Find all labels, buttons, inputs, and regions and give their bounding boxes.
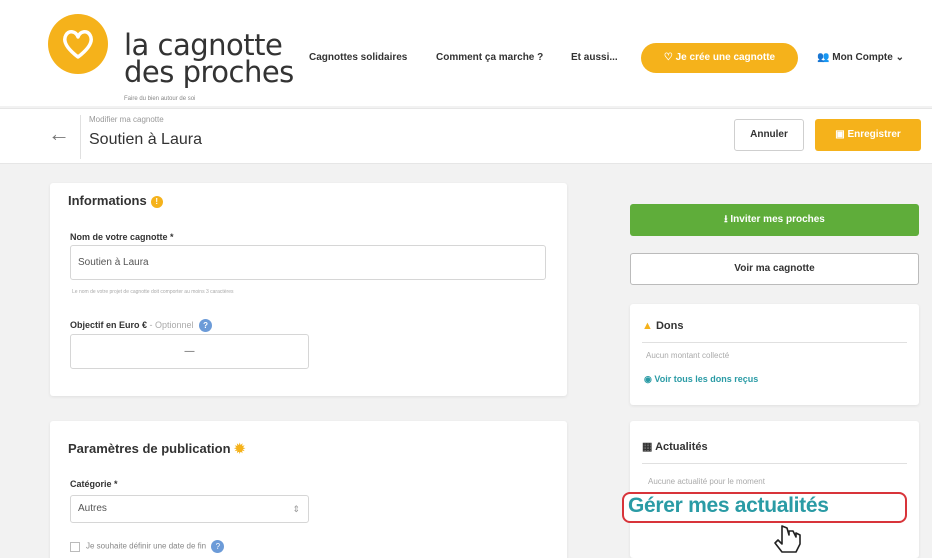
end-date-checkbox[interactable]	[70, 541, 80, 552]
chevron-updown-icon: ⇕	[292, 504, 300, 514]
view-cagnotte-button[interactable]: Voir ma cagnotte	[630, 253, 919, 285]
informations-card: Informations! Nom de votre cagnotte * So…	[50, 183, 567, 396]
name-label: Nom de votre cagnotte *	[70, 232, 174, 242]
news-title: ▦ Actualités	[642, 440, 708, 453]
save-button[interactable]: ▣ Enregistrer	[815, 119, 921, 151]
heart-icon: ♡	[663, 52, 673, 63]
invite-button[interactable]: ⭳ Inviter mes proches	[630, 204, 919, 236]
dons-title: ▲ Dons	[642, 320, 683, 332]
create-cagnotte-label: Je crée une cagnotte	[675, 52, 776, 63]
save-label: Enregistrer	[847, 129, 901, 140]
dons-title-text: Dons	[655, 320, 684, 332]
account-menu[interactable]: 👥 Mon Compte ⌄	[817, 52, 904, 63]
nav-et-aussi[interactable]: Et aussi...	[571, 52, 618, 63]
site-header: la cagnotte des proches Faire du bien au…	[0, 0, 932, 106]
category-select[interactable]: Autres ⇕	[70, 495, 309, 523]
cancel-button[interactable]: Annuler	[734, 119, 804, 151]
name-hint: Le nom de votre projet de cagnotte doit …	[72, 289, 234, 295]
logo-wordmark[interactable]: la cagnotte des proches	[124, 31, 294, 89]
save-icon: ▣	[835, 129, 845, 140]
end-date-row[interactable]: Je souhaite définir une date de fin ?	[70, 540, 225, 553]
nav-comment-ca-marche[interactable]: Comment ça marche ?	[436, 52, 543, 63]
share-icon: ⭳	[724, 214, 728, 225]
back-arrow-icon[interactable]: ←	[48, 121, 70, 147]
help-icon[interactable]: ?	[199, 319, 213, 332]
view-dons-label: Voir tous les dons reçus	[654, 374, 759, 384]
eye-icon: ◉	[644, 374, 652, 384]
account-icon: 👥	[817, 52, 830, 63]
gear-icon[interactable]: ✹	[234, 441, 245, 456]
dons-card: ▲ Dons Aucun montant collecté ◉ Voir tou…	[630, 304, 919, 405]
informations-title: Informations!	[68, 193, 163, 208]
category-value: Autres	[78, 503, 107, 514]
category-label: Catégorie *	[70, 479, 118, 489]
edit-breadcrumb: Modifier ma cagnotte	[89, 115, 164, 124]
goal-optional: - Optionnel	[149, 319, 194, 330]
goal-input[interactable]: —	[70, 334, 309, 369]
help-icon[interactable]: ?	[211, 540, 225, 553]
pointer-cursor-icon	[774, 525, 801, 553]
dons-empty: Aucun montant collecté	[646, 351, 730, 360]
chevron-down-icon: ⌄	[895, 52, 904, 63]
end-date-label: Je souhaite définir une date de fin	[86, 541, 207, 551]
view-dons-link[interactable]: ◉ Voir tous les dons reçus	[644, 374, 758, 385]
goal-label: Objectif en Euro € - Optionnel ?	[70, 319, 213, 332]
divider	[80, 115, 81, 159]
account-label: Mon Compte	[832, 52, 893, 63]
publication-title-text: Paramètres de publication	[68, 441, 231, 456]
informations-title-text: Informations	[68, 193, 147, 208]
heart-logo-icon[interactable]	[48, 14, 108, 74]
invite-label: Inviter mes proches	[730, 214, 825, 225]
publication-card: Paramètres de publication ✹ Catégorie * …	[50, 421, 567, 558]
edit-toolbar: ← Modifier ma cagnotte Soutien à Laura A…	[0, 108, 932, 164]
news-title-text: Actualités	[655, 441, 708, 453]
publication-title: Paramètres de publication ✹	[68, 441, 245, 457]
donation-icon: ▲	[642, 320, 653, 332]
manage-news-link[interactable]: Gérer mes actualités	[628, 494, 829, 518]
info-icon[interactable]: !	[150, 195, 163, 208]
name-input[interactable]: Soutien à Laura	[70, 245, 546, 280]
page-title: Soutien à Laura	[89, 131, 202, 148]
goal-label-text: Objectif en Euro €	[70, 319, 148, 330]
newspaper-icon: ▦	[642, 441, 653, 453]
news-empty: Aucune actualité pour le moment	[648, 477, 765, 486]
divider	[642, 463, 907, 464]
logo-line-2: des proches	[124, 55, 294, 89]
divider	[642, 342, 907, 343]
create-cagnotte-button[interactable]: ♡ Je crée une cagnotte	[641, 43, 798, 73]
nav-cagnottes-solidaires[interactable]: Cagnottes solidaires	[309, 52, 407, 63]
logo-tagline: Faire du bien autour de soi	[124, 96, 196, 102]
